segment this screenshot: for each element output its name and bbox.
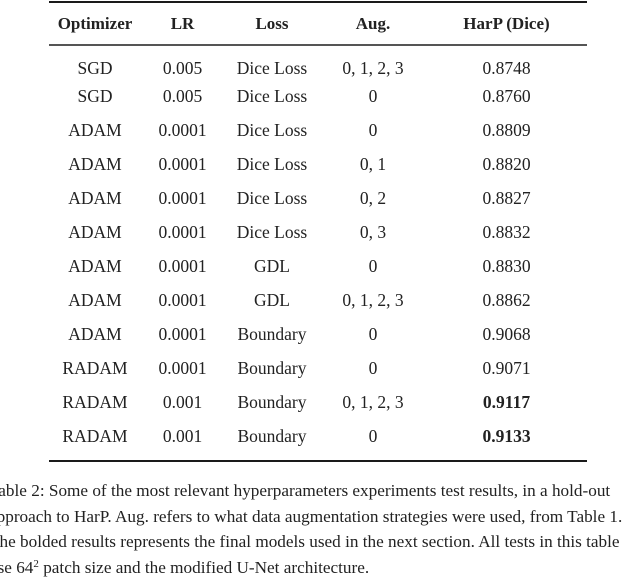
cell-loss: Dice Loss [224, 44, 320, 79]
cell-loss: GDL [224, 283, 320, 317]
cell-lr: 0.0001 [141, 147, 224, 181]
cell-aug: 0 [320, 79, 426, 113]
cell-aug: 0, 1, 2, 3 [320, 44, 426, 79]
cell-lr: 0.0001 [141, 351, 224, 385]
table-row: ADAM0.0001Dice Loss0, 10.8820 [49, 147, 587, 181]
cell-harp-dice: 0.8760 [426, 79, 587, 113]
cell-lr: 0.005 [141, 44, 224, 79]
header-loss: Loss [224, 3, 320, 44]
table-row: RADAM0.0001Boundary00.9071 [49, 351, 587, 385]
cell-lr: 0.001 [141, 385, 224, 419]
cell-loss: Dice Loss [224, 215, 320, 249]
cell-aug: 0, 3 [320, 215, 426, 249]
cell-aug: 0 [320, 351, 426, 385]
table-row: ADAM0.0001Boundary00.9068 [49, 317, 587, 351]
caption-line: The bolded results represents the final … [0, 529, 640, 555]
table-row: ADAM0.0001Dice Loss00.8809 [49, 113, 587, 147]
table-row: SGD0.005Dice Loss00.8760 [49, 79, 587, 113]
cell-aug: 0 [320, 113, 426, 147]
cell-aug: 0, 1 [320, 147, 426, 181]
table-caption: Table 2: Some of the most relevant hyper… [0, 478, 640, 580]
cell-harp-dice: 0.8827 [426, 181, 587, 215]
caption-line: use 642 patch size and the modified U-Ne… [0, 555, 640, 580]
cell-harp-dice: 0.8862 [426, 283, 587, 317]
cell-lr: 0.0001 [141, 283, 224, 317]
table-row: SGD0.005Dice Loss0, 1, 2, 30.8748 [49, 44, 587, 79]
cell-optimizer: SGD [49, 44, 141, 79]
cell-lr: 0.0001 [141, 113, 224, 147]
cell-optimizer: ADAM [49, 215, 141, 249]
cell-aug: 0 [320, 317, 426, 351]
cell-optimizer: SGD [49, 79, 141, 113]
table-body: SGD0.005Dice Loss0, 1, 2, 30.8748SGD0.00… [49, 44, 587, 453]
cell-optimizer: RADAM [49, 351, 141, 385]
caption-text: patch size and the modified U-Net archit… [39, 558, 369, 577]
cell-aug: 0 [320, 249, 426, 283]
cell-optimizer: ADAM [49, 147, 141, 181]
cell-harp-dice: 0.8809 [426, 113, 587, 147]
cell-aug: 0 [320, 419, 426, 453]
cell-harp-dice: 0.8832 [426, 215, 587, 249]
cell-harp-dice: 0.9117 [426, 385, 587, 419]
cell-loss: Boundary [224, 351, 320, 385]
cell-optimizer: ADAM [49, 249, 141, 283]
cell-loss: Dice Loss [224, 113, 320, 147]
cell-loss: Dice Loss [224, 79, 320, 113]
cell-loss: Dice Loss [224, 147, 320, 181]
table-row: RADAM0.001Boundary00.9133 [49, 419, 587, 453]
cell-aug: 0, 2 [320, 181, 426, 215]
cell-lr: 0.0001 [141, 317, 224, 351]
caption-line: Table 2: Some of the most relevant hyper… [0, 478, 640, 504]
table-row: ADAM0.0001Dice Loss0, 20.8827 [49, 181, 587, 215]
cell-harp-dice: 0.8748 [426, 44, 587, 79]
cell-lr: 0.005 [141, 79, 224, 113]
cell-optimizer: RADAM [49, 385, 141, 419]
cell-aug: 0, 1, 2, 3 [320, 385, 426, 419]
header-aug: Aug. [320, 3, 426, 44]
cell-optimizer: ADAM [49, 317, 141, 351]
cell-lr: 0.0001 [141, 181, 224, 215]
cell-harp-dice: 0.9133 [426, 419, 587, 453]
cell-loss: GDL [224, 249, 320, 283]
cell-harp-dice: 0.9071 [426, 351, 587, 385]
table-row: ADAM0.0001GDL0, 1, 2, 30.8862 [49, 283, 587, 317]
cell-harp-dice: 0.8830 [426, 249, 587, 283]
cell-loss: Dice Loss [224, 181, 320, 215]
cell-optimizer: RADAM [49, 419, 141, 453]
cell-lr: 0.001 [141, 419, 224, 453]
table-header-row: Optimizer LR Loss Aug. HarP (Dice) [49, 3, 587, 44]
results-table: Optimizer LR Loss Aug. HarP (Dice) SGD0.… [49, 3, 587, 453]
header-lr: LR [141, 3, 224, 44]
header-optimizer: Optimizer [49, 3, 141, 44]
caption-text: use 64 [0, 558, 33, 577]
caption-line: approach to HarP. Aug. refers to what da… [0, 504, 640, 530]
cell-optimizer: ADAM [49, 181, 141, 215]
cell-loss: Boundary [224, 317, 320, 351]
cell-loss: Boundary [224, 385, 320, 419]
cell-harp-dice: 0.9068 [426, 317, 587, 351]
cell-optimizer: ADAM [49, 283, 141, 317]
table-row: RADAM0.001Boundary0, 1, 2, 30.9117 [49, 385, 587, 419]
table-row: ADAM0.0001GDL00.8830 [49, 249, 587, 283]
cell-lr: 0.0001 [141, 215, 224, 249]
table-row: ADAM0.0001Dice Loss0, 30.8832 [49, 215, 587, 249]
header-harp-dice: HarP (Dice) [426, 3, 587, 44]
cell-aug: 0, 1, 2, 3 [320, 283, 426, 317]
cell-optimizer: ADAM [49, 113, 141, 147]
cell-harp-dice: 0.8820 [426, 147, 587, 181]
cell-loss: Boundary [224, 419, 320, 453]
table-bottom-rule [49, 460, 587, 462]
cell-lr: 0.0001 [141, 249, 224, 283]
